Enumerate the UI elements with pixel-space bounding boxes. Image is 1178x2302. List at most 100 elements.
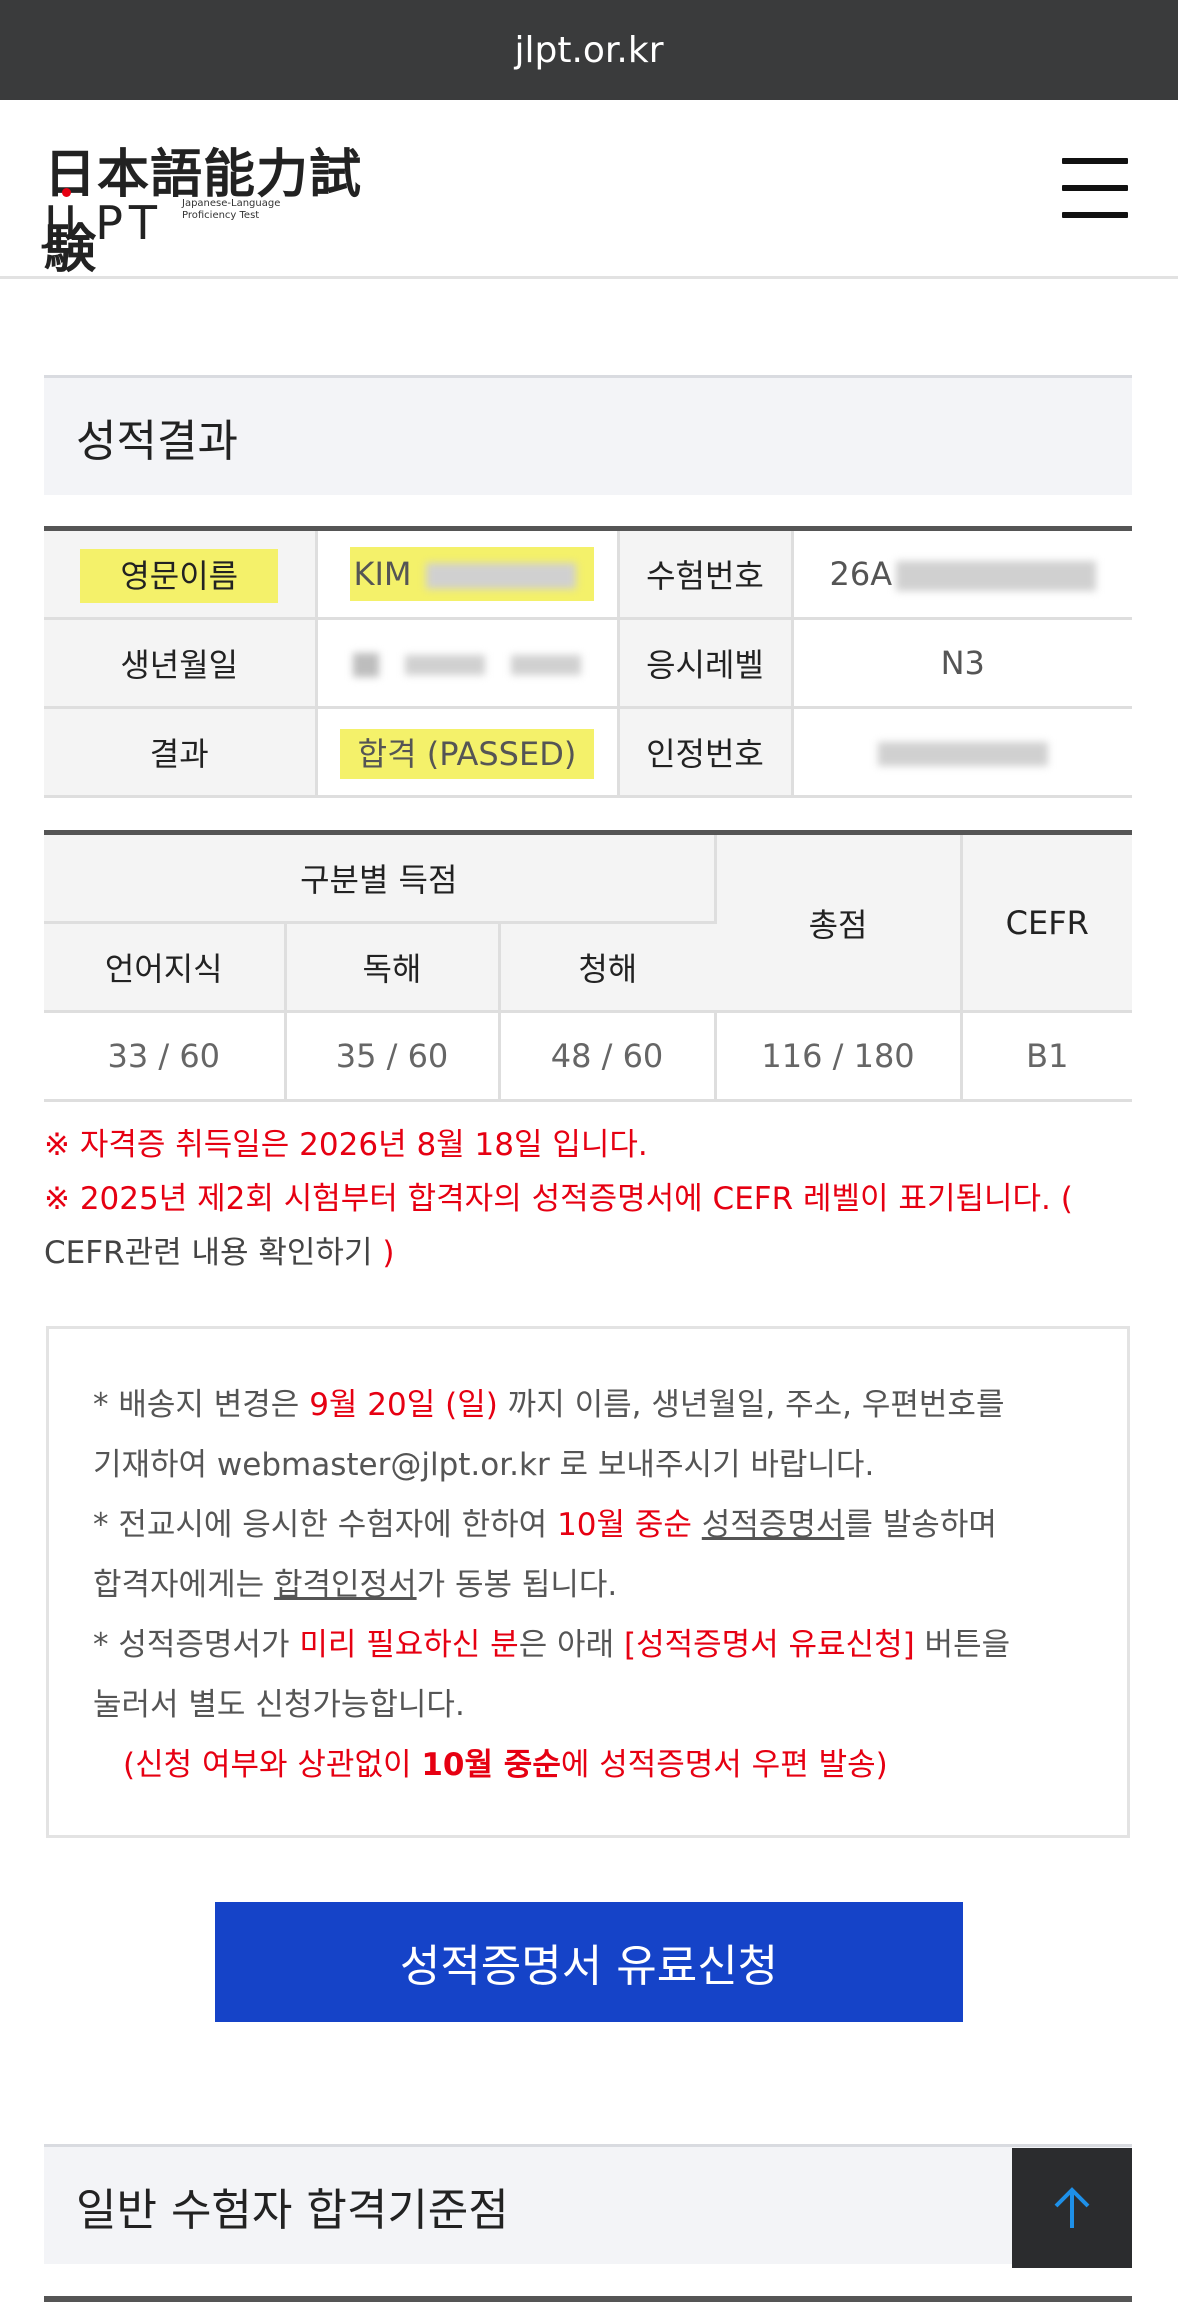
result-notes: ※ 자격증 취득일은 2026년 8월 18일 입니다. ※ 2025년 제2회… xyxy=(44,1118,1144,1280)
score-value: 33 / 60 xyxy=(107,1037,221,1075)
table-row: 33 / 60 35 / 60 48 / 60 116 / 180 B1 xyxy=(44,1011,1133,1102)
redacted-exam-no xyxy=(896,561,1097,591)
score-value: 35 / 60 xyxy=(335,1037,449,1075)
note-line-2-close: ) xyxy=(372,1235,395,1271)
cefr-header-text: CEFR xyxy=(1005,903,1089,942)
exam-no-value-cell: 26A xyxy=(792,528,1132,620)
level-label-cell: 응시레벨 xyxy=(618,618,794,709)
info-bold: 10월 중순 xyxy=(421,1747,561,1783)
logo-english-text: JLPT xyxy=(44,196,164,250)
info-text: 에 성적증명서 우편 발송) xyxy=(560,1747,888,1783)
info-paragraph-delivery: * 배송지 변경은 9월 20일 (일) 까지 이름, 생년월일, 주소, 우편… xyxy=(93,1375,1127,1495)
table-row: 결과 합격 (PASSED) 인정번호 xyxy=(44,707,1132,798)
info-underlined: 합격인정서 xyxy=(273,1567,417,1603)
birth-value-cell xyxy=(316,618,620,709)
note-line-1: ※ 자격증 취득일은 2026년 8월 18일 입니다. xyxy=(44,1127,648,1163)
info-highlight: 미리 필요하신 분 xyxy=(299,1627,519,1663)
info-text: 까지 이름, 생년월일, 주소, 우편번호를 xyxy=(497,1387,1005,1423)
result-value: 합격 (PASSED) xyxy=(339,729,595,779)
info-deadline: 9월 20일 (일) xyxy=(309,1387,498,1423)
hamburger-line xyxy=(1062,158,1128,164)
score-table: 구분별 득점 총점 CEFR 언어지식 독해 청해 33 / 60 35 / 6… xyxy=(44,830,1133,1102)
total-header-text: 총점 xyxy=(808,905,868,944)
scroll-to-top-button[interactable] xyxy=(1012,2148,1132,2268)
result-label: 결과 xyxy=(149,735,209,773)
name-value: KIM xyxy=(353,555,412,593)
column-header-reading: 독해 xyxy=(285,922,501,1013)
info-text: 눌러서 별도 신청가능합니다. xyxy=(93,1687,465,1723)
info-text xyxy=(692,1507,702,1543)
name-label: 영문이름 xyxy=(80,549,279,603)
info-text: 버튼을 xyxy=(914,1627,1011,1663)
hamburger-line xyxy=(1062,185,1128,191)
logo-subtitle: Japanese-Language Proficiency Test xyxy=(182,198,281,221)
paid-certificate-button[interactable]: 성적증명서 유료신청 xyxy=(215,1902,963,2022)
column-header-language: 언어지식 xyxy=(44,922,287,1013)
info-paragraph-mail: (신청 여부와 상관없이 10월 중순에 성적증명서 우편 발송) xyxy=(93,1735,1127,1795)
url-text: jlpt.or.kr xyxy=(514,29,664,71)
total-header: 총점 xyxy=(715,832,963,1013)
cert-no-label: 인정번호 xyxy=(646,735,764,773)
results-section-title: 성적결과 xyxy=(44,375,1132,495)
info-underlined: 성적증명서 xyxy=(701,1507,845,1543)
score-listening: 48 / 60 xyxy=(499,1011,717,1102)
info-box: * 배송지 변경은 9월 20일 (일) 까지 이름, 생년월일, 주소, 우편… xyxy=(46,1326,1130,1838)
cert-no-label-cell: 인정번호 xyxy=(618,707,794,798)
info-text: * 배송지 변경은 xyxy=(93,1387,310,1423)
exam-no-label: 수험번호 xyxy=(646,557,764,595)
exam-no-value: 26A xyxy=(829,555,893,593)
column-header-text: 독해 xyxy=(362,950,422,988)
redacted-birth-c xyxy=(511,655,581,675)
table-row: 생년월일 응시레벨 N3 xyxy=(44,618,1132,709)
info-text: 은 아래 xyxy=(518,1627,624,1663)
jlpt-logo[interactable]: 日本語能力試験 JLPT Japanese-Language Proficien… xyxy=(44,132,404,280)
score-language: 33 / 60 xyxy=(44,1011,287,1102)
result-value-cell: 합격 (PASSED) xyxy=(316,707,620,798)
info-text: * 성적증명서가 xyxy=(93,1627,300,1663)
site-header: 日本語能力試験 JLPT Japanese-Language Proficien… xyxy=(0,100,1178,280)
info-date: 10월 중순 xyxy=(557,1507,692,1543)
total-value: 116 / 180 xyxy=(761,1037,915,1075)
score-cefr: B1 xyxy=(961,1011,1133,1102)
paid-certificate-button-label: 성적증명서 유료신청 xyxy=(399,1941,779,1992)
redacted-birth-a xyxy=(353,653,379,677)
redacted-cert-no xyxy=(877,742,1048,766)
cert-no-value-cell xyxy=(792,707,1132,798)
birth-label: 생년월일 xyxy=(120,646,239,684)
level-value-cell: N3 xyxy=(792,618,1132,709)
cefr-header: CEFR xyxy=(961,832,1133,1013)
table-row: 구분별 득점 총점 CEFR xyxy=(44,832,1133,1013)
info-text: * 전교시에 응시한 수험자에 한하여 xyxy=(93,1507,558,1543)
info-paragraph-certificate: * 전교시에 응시한 수험자에 한하여 10월 중순 성적증명서를 발송하며 합… xyxy=(93,1495,1127,1615)
criteria-title: 일반 수험자 합격기준점 xyxy=(76,2184,509,2236)
exam-no-label-cell: 수험번호 xyxy=(618,528,794,620)
cefr-info-link[interactable]: CEFR관련 내용 확인하기 xyxy=(44,1235,372,1271)
result-info-table: 영문이름 KIM 수험번호 26A 생년월일 응시레벨 N3 결과 합격 (PA… xyxy=(44,526,1132,798)
section-divider xyxy=(44,2296,1132,2302)
score-value: 48 / 60 xyxy=(550,1037,664,1075)
cefr-value: B1 xyxy=(1026,1037,1069,1075)
redacted-birth-b xyxy=(405,655,485,675)
result-label-cell: 결과 xyxy=(44,707,318,798)
score-total: 116 / 180 xyxy=(715,1011,963,1102)
column-header-listening: 청해 xyxy=(499,922,716,1013)
arrow-up-icon xyxy=(1054,2187,1090,2228)
info-text: 가 동봉 됩니다. xyxy=(416,1567,618,1603)
score-group-header-text: 구분별 득점 xyxy=(300,861,458,899)
column-header-text: 청해 xyxy=(578,950,638,988)
level-label: 응시레벨 xyxy=(646,646,764,684)
score-group-header: 구분별 득점 xyxy=(44,832,717,924)
note-line-2-text: ※ 2025년 제2회 시험부터 합격자의 성적증명서에 CEFR 레벨이 표기… xyxy=(44,1181,1073,1217)
browser-url-bar[interactable]: jlpt.or.kr xyxy=(0,0,1178,100)
name-value-cell: KIM xyxy=(316,528,620,620)
note-line-2: ※ 2025년 제2회 시험부터 합격자의 성적증명서에 CEFR 레벨이 표기… xyxy=(44,1172,1144,1280)
hamburger-icon[interactable] xyxy=(1062,158,1132,218)
criteria-section-title: 일반 수험자 합격기준점 xyxy=(44,2144,1132,2264)
table-row: 영문이름 KIM 수험번호 26A xyxy=(44,528,1132,620)
info-text: 를 발송하며 xyxy=(844,1507,997,1543)
birth-label-cell: 생년월일 xyxy=(44,618,318,709)
info-text: (신청 여부와 상관없이 xyxy=(123,1747,422,1783)
info-text: 기재하여 webmaster@jlpt.or.kr 로 보내주시기 바랍니다. xyxy=(93,1447,875,1483)
results-title: 성적결과 xyxy=(76,415,238,467)
info-text: 합격자에게는 xyxy=(93,1567,274,1603)
